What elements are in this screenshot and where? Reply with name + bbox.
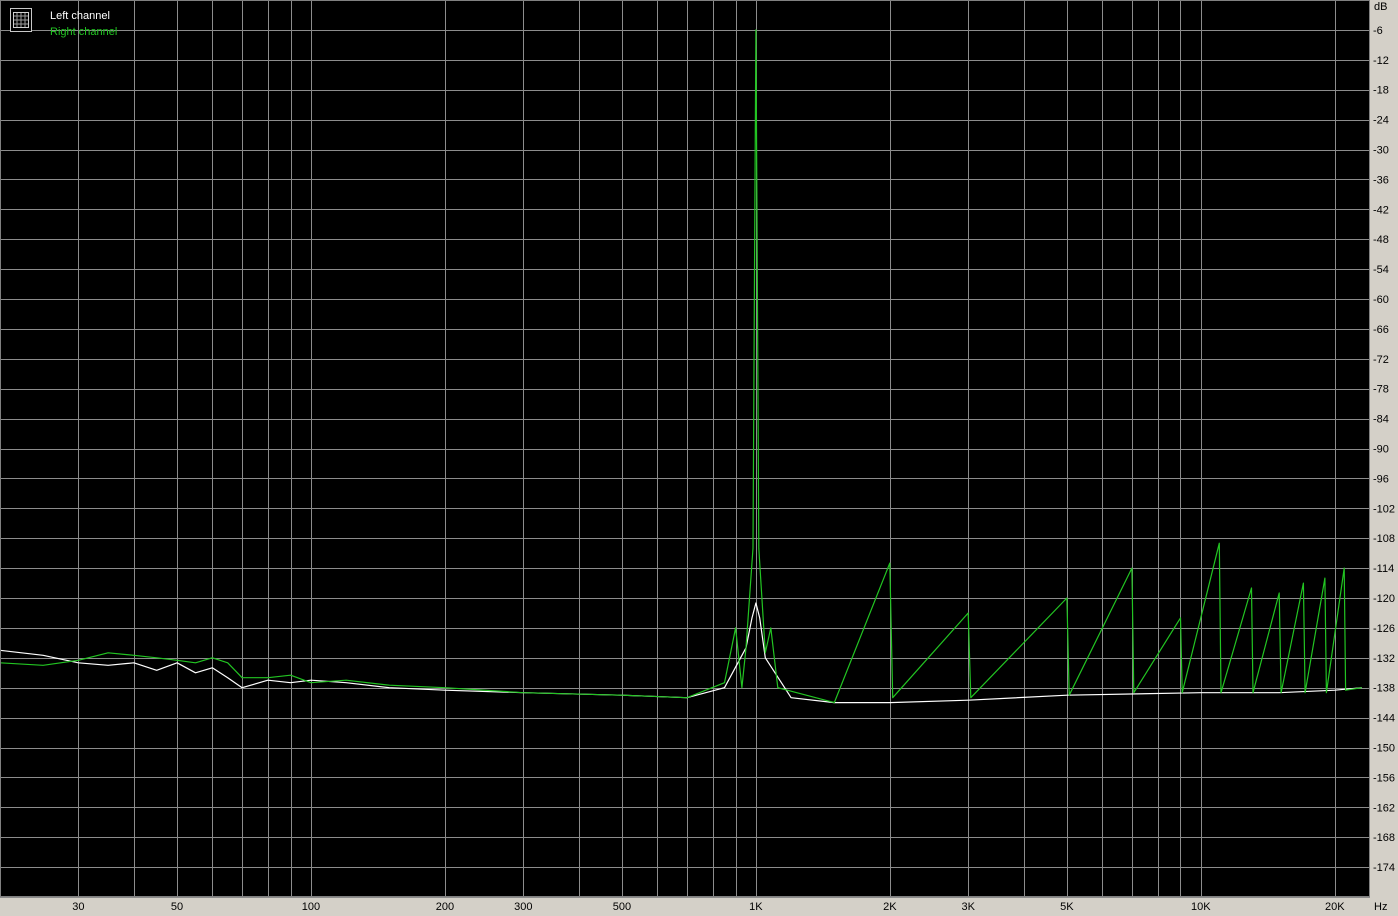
y-tick-label: -144 xyxy=(1373,713,1395,725)
legend-right-channel: Right channel xyxy=(50,26,118,38)
y-tick-label: -138 xyxy=(1373,683,1395,695)
y-tick-label: -156 xyxy=(1373,772,1395,784)
x-tick-label: 100 xyxy=(302,901,320,913)
legend-left-channel: Left channel xyxy=(50,10,110,22)
x-tick-label: 3K xyxy=(961,901,975,913)
y-tick-label: -168 xyxy=(1373,832,1395,844)
y-tick-label: -36 xyxy=(1373,174,1389,186)
x-tick-label: 5K xyxy=(1060,901,1074,913)
grid-toggle-icon[interactable] xyxy=(10,8,32,32)
y-tick-label: -126 xyxy=(1373,623,1395,635)
x-tick-label: 10K xyxy=(1191,901,1211,913)
x-tick-label: 20K xyxy=(1325,901,1345,913)
y-tick-label: -132 xyxy=(1373,653,1395,665)
y-tick-label: -42 xyxy=(1373,204,1389,216)
y-tick-label: -114 xyxy=(1373,563,1394,575)
x-tick-label: 2K xyxy=(883,901,897,913)
legend: Left channel Right channel xyxy=(10,8,117,40)
y-tick-label: -108 xyxy=(1373,533,1395,545)
y-tick-label: -54 xyxy=(1373,264,1389,276)
x-tick-label: 200 xyxy=(436,901,454,913)
y-tick-label: -72 xyxy=(1373,354,1389,366)
y-tick-label: -84 xyxy=(1373,414,1389,426)
y-tick-label: -162 xyxy=(1373,802,1395,814)
y-tick-label: -96 xyxy=(1373,473,1389,485)
x-tick-label: 30 xyxy=(72,901,84,913)
y-tick-label: -120 xyxy=(1373,593,1395,605)
y-tick-label: -90 xyxy=(1373,444,1389,456)
x-tick-label: 1K xyxy=(749,901,763,913)
fft-spectrum-chart: -6 -12 -18 -24 -30 -36 -42 -48 -54 -60 -66 -72 -78 -8… xyxy=(0,0,1398,916)
plot-background xyxy=(0,0,1370,897)
y-tick-label: -78 xyxy=(1373,384,1389,396)
y-tick-label: -48 xyxy=(1373,234,1389,246)
y-tick-label: -12 xyxy=(1373,55,1389,67)
y-tick-label: -150 xyxy=(1373,743,1395,755)
y-tick-label: -174 xyxy=(1373,862,1395,874)
y-axis-unit: dB xyxy=(1374,1,1387,13)
y-tick-label: -66 xyxy=(1373,324,1389,336)
x-tick-label: 300 xyxy=(514,901,532,913)
x-tick-label: 500 xyxy=(613,901,631,913)
y-tick-label: -18 xyxy=(1373,85,1389,97)
y-tick-label: -6 xyxy=(1373,25,1383,37)
y-tick-label: -30 xyxy=(1373,145,1389,157)
x-axis-unit: Hz xyxy=(1374,901,1387,913)
spectrum-plot: -6 -12 -18 -24 -30 -36 -42 -48 -54 -60 -66 -72 -78 -8… xyxy=(0,0,1395,913)
y-tick-label: -24 xyxy=(1373,115,1389,127)
x-tick-label: 50 xyxy=(171,901,183,913)
y-tick-label: -60 xyxy=(1373,294,1389,306)
y-tick-label: -102 xyxy=(1373,503,1395,515)
